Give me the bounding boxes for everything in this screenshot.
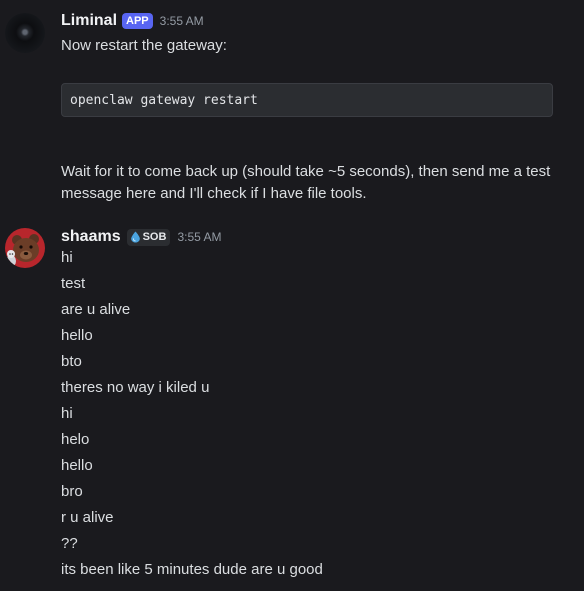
message-line: bro [61,483,83,500]
message-line: its been like 5 minutes dude are u good [61,561,323,578]
message-text: Wait for it to come back up (should take… [61,163,551,202]
message-header: Liminal APP 3:55 AM [61,11,204,31]
role-badge-label: SOB [142,231,167,243]
author-name[interactable]: shaams [61,228,121,246]
author-name[interactable]: Liminal [61,12,117,30]
message-line: are u alive [61,301,131,318]
message-group-liminal: Liminal APP 3:55 AM Now restart the gate… [0,0,584,215]
message-line: theres no way i kiled u [61,379,210,396]
message-line: r u alive [61,509,114,526]
message-line: helo [61,431,90,448]
water-drop-icon [130,231,140,243]
message-line: test [61,275,86,292]
message-timestamp[interactable]: 3:55 AM [177,230,221,244]
message-timestamp[interactable]: 3:55 AM [160,14,204,28]
message-line: hi [61,405,73,422]
role-badge[interactable]: SOB [126,228,171,246]
message-line: ?? [61,535,78,552]
message-line: hello [61,457,93,474]
message-line: hello [61,327,93,344]
app-badge: APP [122,13,153,29]
liminal-avatar[interactable] [5,13,45,53]
message-text: Now restart the gateway: [61,37,227,54]
code-text: openclaw gateway restart [70,93,258,108]
message-line: hi [61,249,73,266]
bear-avatar-icon[interactable] [5,228,45,268]
message-header: shaams SOB 3:55 AM [61,227,221,247]
code-block: openclaw gateway restart [61,83,553,117]
message-line: bto [61,353,82,370]
message-group-shaams [0,220,584,591]
